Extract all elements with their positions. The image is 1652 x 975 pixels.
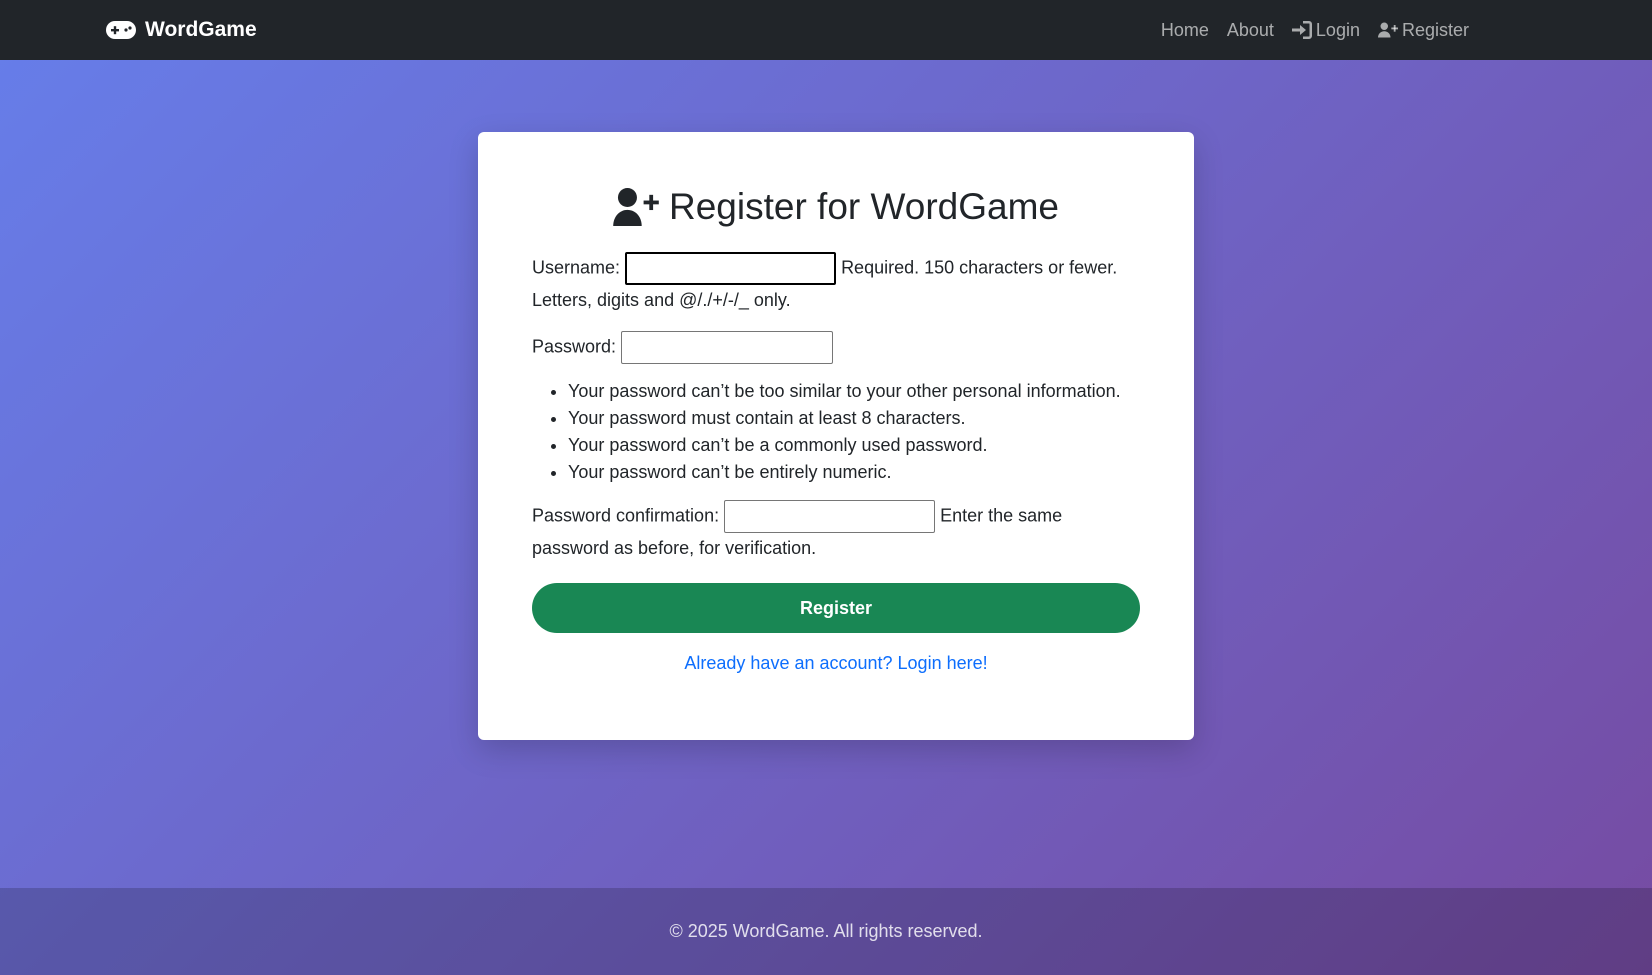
copyright-text: © 2025 WordGame. All rights reserved. [669, 921, 983, 941]
password-confirmation-row: Password confirmation: Enter the same pa… [532, 500, 1140, 563]
password-row: Password: [532, 331, 1140, 364]
nav-register-label: Register [1401, 19, 1469, 40]
page-title-text: Register for WordGame [669, 186, 1059, 227]
password-hints: Your password can’t be too similar to yo… [568, 378, 1140, 486]
password-confirmation-input[interactable] [724, 500, 936, 533]
top-navbar: WordGame Home About Login Register [0, 0, 1652, 60]
nav-login-label: Login [1315, 19, 1360, 40]
password-input[interactable] [621, 331, 834, 364]
password-confirmation-label: Password confirmation: [532, 505, 720, 526]
username-row: Username: Required. 150 characters or fe… [532, 252, 1140, 315]
user-plus-icon [1377, 22, 1398, 38]
register-form: Username: Required. 150 characters or fe… [532, 252, 1140, 633]
password-hint: Your password must contain at least 8 ch… [568, 405, 1140, 432]
login-here-link[interactable]: Already have an account? Login here! [532, 653, 1140, 674]
nav-about-label: About [1226, 19, 1274, 40]
password-hint: Your password can’t be too similar to yo… [568, 378, 1140, 405]
register-card: Register for WordGame Username: Required… [478, 132, 1194, 740]
nav-login-link[interactable]: Login [1291, 19, 1360, 41]
password-hint: Your password can’t be a commonly used p… [568, 432, 1140, 459]
page-footer: © 2025 WordGame. All rights reserved. [0, 888, 1652, 975]
nav-home-link[interactable]: Home [1161, 20, 1209, 41]
nav-register-link[interactable]: Register [1377, 19, 1469, 41]
page-title: Register for WordGame [532, 184, 1140, 230]
nav-home-label: Home [1160, 19, 1209, 40]
gamepad-icon [106, 21, 136, 39]
user-plus-icon [613, 188, 659, 226]
nav-links: Home About Login Register [1161, 20, 1469, 41]
register-button[interactable]: Register [532, 583, 1140, 633]
password-label: Password: [532, 336, 617, 357]
brand-link[interactable]: WordGame [106, 18, 257, 42]
username-input[interactable] [625, 252, 837, 285]
nav-about-link[interactable]: About [1227, 20, 1274, 41]
login-icon [1291, 21, 1312, 39]
password-hint: Your password can’t be entirely numeric. [568, 459, 1140, 486]
username-label: Username: [532, 257, 621, 278]
brand-name: WordGame [145, 18, 257, 41]
